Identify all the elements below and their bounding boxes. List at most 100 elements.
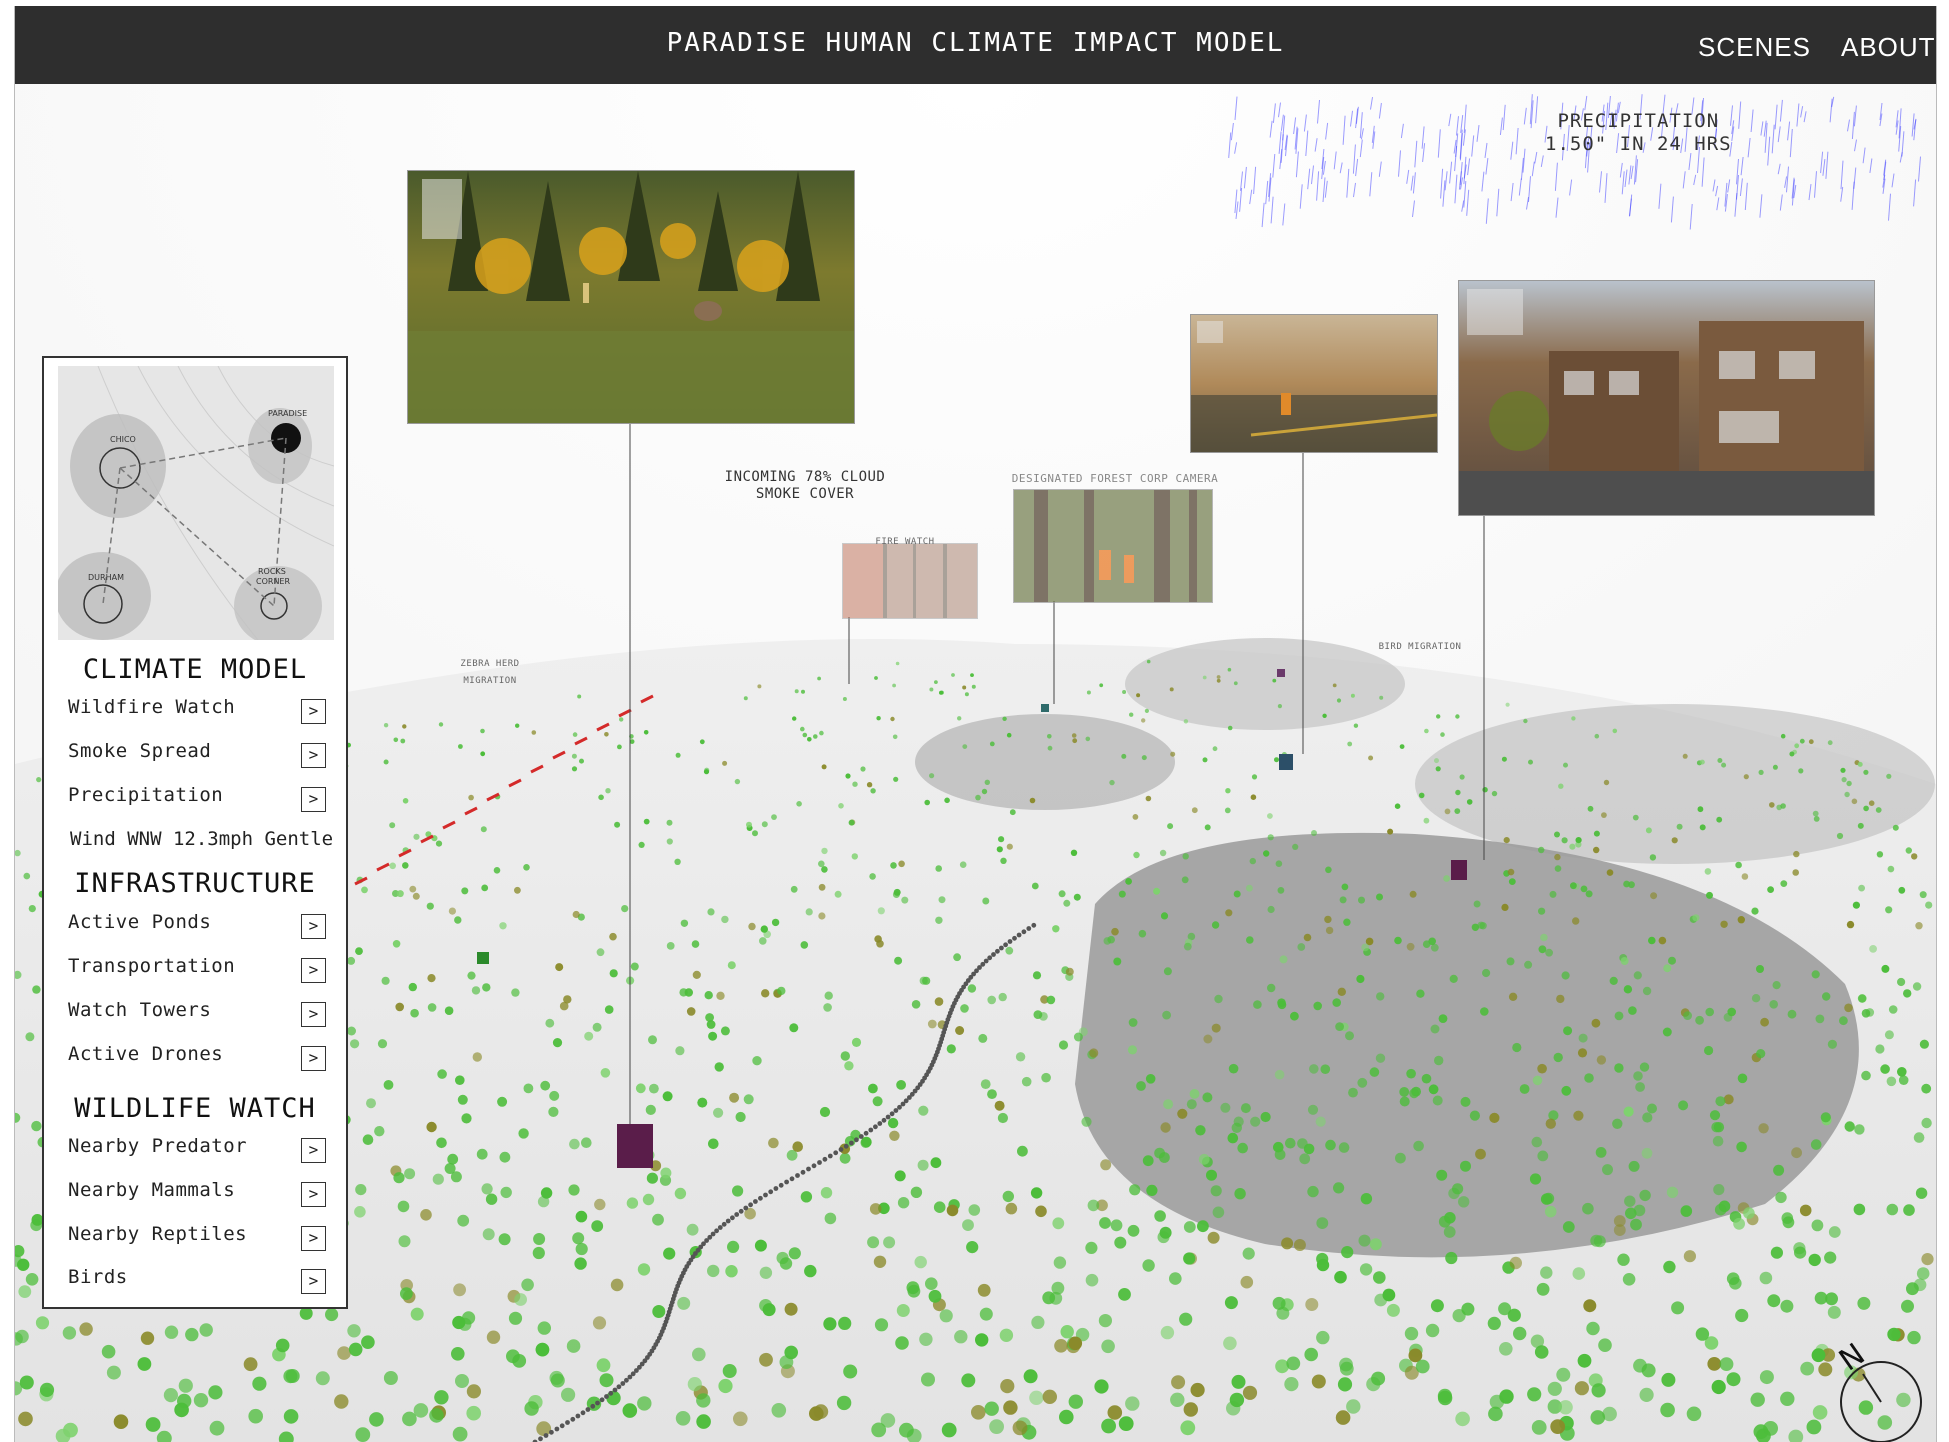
- minimap-canvas[interactable]: CHICO PARADISE DURHAM ROCKS CORNER: [58, 366, 334, 640]
- vegetation-dot: [1058, 1040, 1069, 1050]
- drone-marker[interactable]: [1277, 669, 1285, 677]
- vegetation-dot: [452, 1426, 468, 1442]
- drone-marker[interactable]: [1041, 704, 1049, 712]
- vegetation-dot: [1772, 981, 1781, 990]
- vegetation-dot: [514, 886, 521, 894]
- dusk-scene-image: [1191, 315, 1437, 452]
- vegetation-dot: [1595, 1147, 1607, 1158]
- wildlife-marker[interactable]: [617, 1124, 653, 1168]
- vegetation-dot: [725, 1265, 738, 1278]
- vegetation-dot: [834, 890, 842, 898]
- vegetation-dot: [819, 730, 824, 736]
- vegetation-dot: [1167, 823, 1174, 830]
- vegetation-dot: [1376, 893, 1383, 901]
- vegetation-dot: [1227, 1132, 1239, 1144]
- vegetation-dot: [577, 694, 582, 699]
- vegetation-dot: [1751, 907, 1759, 915]
- vegetation-dot: [1585, 890, 1593, 898]
- compass-icon[interactable]: N: [1823, 1334, 1933, 1442]
- vegetation-dot: [1808, 739, 1814, 745]
- vegetation-dot: [1418, 792, 1425, 799]
- vegetation-dot: [818, 912, 826, 920]
- vegetation-dot: [784, 1345, 798, 1360]
- vegetation-dot: [696, 1414, 711, 1429]
- nearby-predator-button[interactable]: >: [301, 1138, 326, 1163]
- vegetation-dot: [874, 935, 882, 943]
- vegetation-dot: [1031, 1315, 1045, 1329]
- top-bar: PARADISE HUMAN CLIMATE IMPACT MODEL SCEN…: [15, 6, 1936, 84]
- vegetation-dot: [1059, 1409, 1074, 1425]
- town-camera-photo[interactable]: [1458, 280, 1875, 516]
- climate-model-title: CLIMATE MODEL: [82, 654, 308, 685]
- nav-scenes[interactable]: SCENES: [1698, 32, 1811, 63]
- vegetation-dot: [1660, 1402, 1675, 1418]
- vegetation-dot: [458, 744, 463, 749]
- vegetation-dot: [1913, 1132, 1925, 1143]
- nearby-mammals-button[interactable]: >: [301, 1182, 326, 1207]
- vegetation-dot: [1505, 702, 1510, 707]
- active-ponds-button[interactable]: >: [301, 914, 326, 939]
- vegetation-dot: [914, 1255, 927, 1269]
- vegetation-dot: [1577, 1353, 1592, 1368]
- vegetation-dot: [1808, 1253, 1821, 1267]
- transportation-button[interactable]: >: [301, 958, 326, 983]
- vegetation-dot: [838, 803, 844, 809]
- minimap[interactable]: CHICO PARADISE DURHAM ROCKS CORNER: [58, 366, 334, 640]
- drone-marker[interactable]: [1279, 754, 1293, 770]
- vegetation-dot: [1780, 1391, 1795, 1407]
- forest-corp-camera-photo[interactable]: [1013, 489, 1213, 603]
- vegetation-dot: [1299, 1153, 1311, 1165]
- path-dot: [570, 1416, 576, 1422]
- vegetation-dot: [1065, 967, 1074, 976]
- vegetation-dot: [1770, 1246, 1783, 1259]
- vegetation-dot: [727, 1240, 740, 1253]
- vegetation-dot: [1127, 1224, 1140, 1237]
- vegetation-dot: [754, 1239, 767, 1252]
- forest-camera-photo[interactable]: [407, 170, 855, 424]
- vegetation-dot: [549, 1090, 560, 1101]
- smoke-spread-label: Smoke Spread: [68, 740, 212, 762]
- vegetation-dot: [777, 986, 786, 996]
- nearby-reptiles-button[interactable]: >: [301, 1226, 326, 1251]
- vegetation-dot: [482, 983, 491, 992]
- vegetation-dot: [1886, 1203, 1899, 1216]
- vegetation-dot: [1369, 1067, 1380, 1077]
- vegetation-dot: [1404, 1326, 1419, 1341]
- vegetation-dot: [687, 1377, 702, 1392]
- vegetation-dot: [1711, 1122, 1722, 1133]
- vegetation-dot: [648, 1035, 657, 1045]
- vegetation-dot: [1549, 890, 1557, 898]
- vegetation-dot: [1118, 890, 1126, 898]
- vegetation-dot: [1146, 1184, 1158, 1196]
- smoke-spread-button[interactable]: >: [301, 743, 326, 768]
- vegetation-dot: [1709, 1110, 1721, 1121]
- vegetation-dot: [1642, 986, 1652, 996]
- birds-button[interactable]: >: [301, 1269, 326, 1294]
- vegetation-dot: [455, 1374, 469, 1388]
- wildfire-watch-button[interactable]: >: [301, 699, 326, 724]
- town-scene-image: [1459, 281, 1874, 515]
- vegetation-dot: [420, 1209, 432, 1221]
- compass-north-label: N: [1833, 1337, 1871, 1379]
- vegetation-dot: [1086, 690, 1091, 695]
- fire-watch-photo[interactable]: [842, 543, 978, 619]
- vegetation-dot: [1337, 1377, 1353, 1392]
- minimap-label-rocks: ROCKS: [258, 567, 286, 576]
- active-drones-button[interactable]: >: [301, 1046, 326, 1071]
- wildlife-marker[interactable]: [1451, 860, 1467, 880]
- tower-marker[interactable]: [477, 952, 489, 964]
- path-dot: [748, 1202, 753, 1208]
- precipitation-button[interactable]: >: [301, 787, 326, 812]
- nav-about[interactable]: ABOUT: [1841, 32, 1936, 63]
- vegetation-dot: [1466, 799, 1473, 805]
- drone-camera-photo[interactable]: [1190, 314, 1438, 453]
- vegetation-dot: [925, 1277, 938, 1290]
- vegetation-dot: [1182, 853, 1189, 860]
- vegetation-dot: [1780, 803, 1786, 809]
- vegetation-dot: [466, 1405, 482, 1421]
- vegetation-dot: [523, 864, 530, 871]
- vegetation-dot: [1260, 1111, 1271, 1123]
- vegetation-dot: [1136, 693, 1141, 698]
- watch-towers-button[interactable]: >: [301, 1002, 326, 1027]
- path-dot: [543, 1433, 549, 1438]
